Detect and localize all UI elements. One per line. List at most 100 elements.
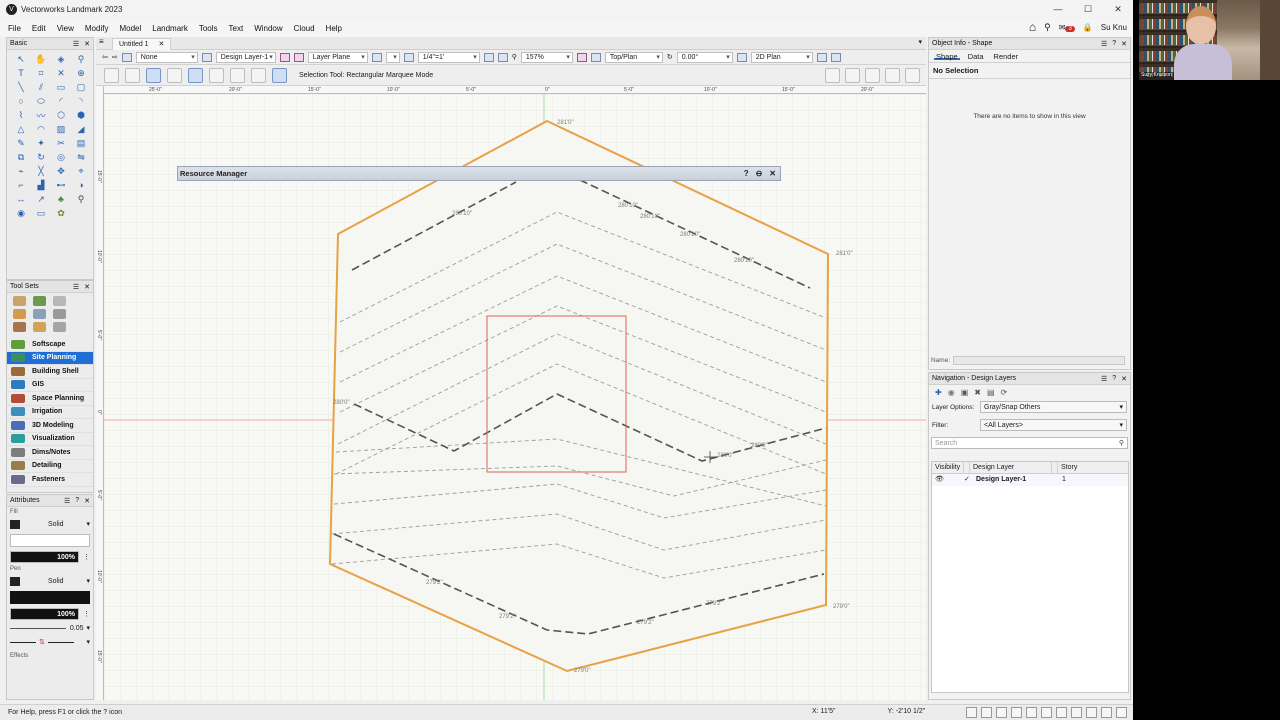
view-select[interactable]: Top/Plan [604,51,663,63]
symbol-tool-icon[interactable]: ▭ [31,206,51,220]
disable-interactive-scaling-button[interactable] [125,68,140,83]
end-marker-select[interactable] [47,641,74,643]
saved-views-select[interactable] [385,51,400,63]
eyedropper-tool-icon[interactable]: ✎ [11,136,31,150]
projection-icon[interactable] [830,52,841,62]
marker-swap-icon[interactable]: ⇅ [39,638,45,646]
snap-angle-button[interactable] [865,68,880,83]
magnify-tool-icon[interactable]: ⚲ [71,192,91,206]
fit-to-objects-icon[interactable] [483,52,494,62]
refresh-icon[interactable]: ⟳ [1001,388,1008,397]
snap-grid-button[interactable] [825,68,840,83]
image-tool-icon[interactable]: ◉ [11,206,31,220]
toolset-site-planning[interactable]: Site Planning [7,351,93,365]
locus-tool-icon[interactable]: ⊕ [71,66,91,80]
menu-window[interactable]: Window [254,24,282,33]
col-story[interactable]: Story [1058,462,1128,473]
fence-tool-icon[interactable] [13,322,26,332]
chevron-down-icon[interactable]: ▾ [86,624,90,632]
plane-select[interactable]: Layer Plane [307,51,368,63]
chevron-down-icon[interactable]: ▾ [86,520,90,528]
search-input[interactable]: Search ⚲ [931,437,1128,449]
layer-options-select[interactable]: Gray/Snap Others ▾ [980,401,1127,413]
toolset-building-shell[interactable]: Building Shell [7,365,93,379]
offset-tool-icon[interactable]: ▤ [71,136,91,150]
new-layer-icon[interactable]: ✚ [935,388,942,397]
palette-menu-icon[interactable]: ☰ [73,40,79,48]
scale-icon[interactable] [403,52,414,62]
line-weight-value[interactable]: 0.05 [70,625,84,632]
arc-tool-icon[interactable]: ◜ [51,94,71,108]
toolset-gis[interactable]: GIS [7,379,93,392]
snap-distance-button[interactable] [905,68,920,83]
fill-style-select[interactable]: Solid [48,521,64,528]
grade-tool-icon[interactable] [13,296,26,306]
lighting-icon[interactable] [816,52,827,62]
settings-icon[interactable] [1116,707,1127,718]
measure-tool-icon[interactable]: ⌖ [71,164,91,178]
rectangular-marquee-button[interactable] [188,68,203,83]
maximize-button[interactable]: ☐ [1073,0,1103,19]
double-line-tool-icon[interactable]: ⫽ [31,80,51,94]
search-icon[interactable]: ⚲ [1044,22,1051,33]
zoom-select[interactable]: 157% [520,51,573,63]
tab-untitled-1[interactable]: Untitled 1 ✕ [112,38,172,50]
layer-settings-icon[interactable]: ◉ [948,388,955,397]
toolset-softscape[interactable]: Softscape [7,338,93,352]
menu-text[interactable]: Text [229,24,244,33]
protractor-tool-icon[interactable]: ◑ [71,178,91,192]
duplicate-layer-icon[interactable]: ▤ [987,388,995,397]
help-icon[interactable]: ? [744,169,749,178]
selection-tool-icon[interactable]: ↖ [11,52,31,66]
flyover-tool-icon[interactable]: ◈ [51,52,71,66]
menu-help[interactable]: Help [326,24,342,33]
toolset-detailing[interactable]: Detailing [7,460,93,473]
edit-layer-icon[interactable]: ▣ [961,388,969,397]
more-icon[interactable]: ⋮ [83,553,90,561]
back-icon[interactable]: ⇦ [102,53,108,61]
filter-select[interactable]: <All Layers> ▾ [980,419,1127,431]
stairs-tool-icon[interactable]: ▟ [31,178,51,192]
plane-icon[interactable] [279,52,290,62]
snap-intersection-button[interactable] [885,68,900,83]
menu-model[interactable]: Model [119,24,141,33]
move-tool-icon[interactable]: ✥ [51,164,71,178]
toolset-irrigation[interactable]: Irrigation [7,406,93,419]
menu-landmark[interactable]: Landmark [152,24,188,33]
toolset-visualization[interactable]: Visualization [7,433,93,446]
palette-close-icon[interactable]: ✕ [1121,375,1127,383]
menu-file[interactable]: File [8,24,21,33]
toolset-fasteners[interactable]: Fasteners [7,473,93,487]
pad-tool-icon[interactable] [13,309,26,319]
close-window-button[interactable]: ✕ [1103,0,1133,19]
class-select[interactable]: None [135,51,198,63]
hardscape-tool-icon[interactable] [53,309,66,319]
texture-bed-icon[interactable] [53,322,66,332]
tab-data[interactable]: Data [966,52,986,61]
wall-tool-icon[interactable]: ⌐ [11,178,31,192]
trim-tool-icon[interactable]: ╳ [31,164,51,178]
connect-tool-icon[interactable]: ◎ [51,150,71,164]
toolset-dims-notes[interactable]: Dims/Notes [7,446,93,460]
layer-visibility-icon[interactable] [201,52,212,62]
chevron-down-icon[interactable]: ▾ [86,638,90,646]
dimension-tool-icon[interactable]: ✕ [51,66,71,80]
pan-tool-icon[interactable]: ✋ [31,52,51,66]
plant-tool-icon[interactable]: ♣ [51,192,71,206]
tool-preferences-button[interactable] [272,68,287,83]
fillet-tool-icon[interactable]: ◢ [71,122,91,136]
snap-distance-icon[interactable] [1026,707,1037,718]
callout-tool-icon[interactable]: ⌗ [31,66,51,80]
polygon-tool-icon[interactable]: ⬡ [51,108,71,122]
render-mode-select[interactable]: 2D Plan [750,51,813,63]
split-tool-icon[interactable]: ✂ [51,136,71,150]
tape-tool-icon[interactable]: ⊷ [51,178,71,192]
menu-modify[interactable]: Modify [85,24,109,33]
tab-menu-icon[interactable]: ≡ [99,37,104,46]
attribute-mapping-icon[interactable]: ✦ [31,136,51,150]
palette-menu-icon[interactable]: ☰ [64,497,70,505]
smart-points-icon[interactable] [1041,707,1052,718]
close-icon[interactable]: ✕ [769,169,776,178]
fill-color-swatch[interactable] [10,519,20,529]
col-visibility[interactable]: Visibility [932,462,964,473]
